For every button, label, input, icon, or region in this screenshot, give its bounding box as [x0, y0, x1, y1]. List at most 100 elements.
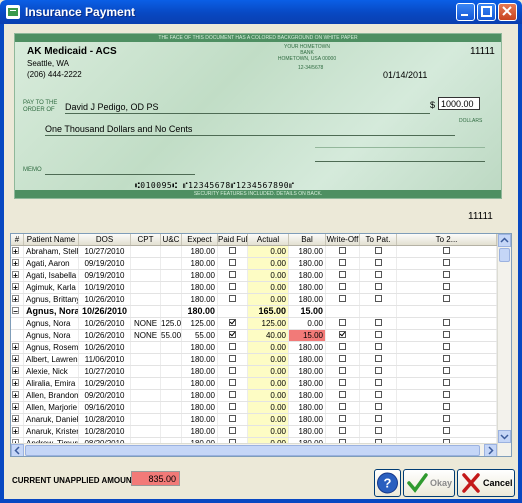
checkbox[interactable]	[339, 355, 346, 363]
cell-to-pat-col[interactable]	[360, 354, 397, 365]
checkbox[interactable]	[443, 427, 450, 435]
cell-to-pat-col[interactable]	[360, 390, 397, 401]
expand-icon[interactable]: +	[12, 343, 19, 352]
table-row[interactable]: + Agati, Aaron 09/19/2010 180.00 0.00 180.00	[11, 258, 497, 270]
table-row[interactable]: +Albert, Lawrence11/06/2010180.000.00180…	[11, 354, 497, 366]
checkbox[interactable]	[339, 247, 346, 255]
cell-to-pat-col[interactable]	[360, 306, 397, 317]
cell-paid-full-col[interactable]	[218, 246, 248, 257]
checkbox[interactable]	[339, 283, 346, 291]
checkbox[interactable]	[374, 403, 382, 411]
checkbox[interactable]	[443, 391, 450, 399]
checkbox[interactable]	[374, 319, 382, 327]
cell-exp-col[interactable]: +	[11, 258, 24, 269]
checkbox[interactable]	[339, 319, 346, 327]
checkbox[interactable]	[374, 391, 382, 399]
cell-actual-col[interactable]: 0.00	[248, 342, 289, 353]
cell-to-2-col[interactable]	[397, 354, 497, 365]
expand-icon[interactable]: +	[12, 379, 19, 388]
table-row[interactable]: + Allen, Marjorie 09/16/2010 180.00 0.00 180.…	[11, 402, 497, 414]
cell-bal-col[interactable]: 180.00	[289, 294, 326, 305]
checkbox[interactable]	[374, 271, 382, 279]
expand-icon[interactable]: +	[12, 391, 19, 400]
cell-bal-col[interactable]: 15.00	[289, 330, 326, 341]
checkbox[interactable]	[229, 343, 236, 351]
checkbox[interactable]	[443, 343, 450, 351]
cell-exp-col[interactable]: +	[11, 426, 24, 437]
collapse-icon[interactable]: −	[12, 307, 19, 316]
cell-paid-full-col[interactable]	[218, 414, 248, 425]
cell-exp-col[interactable]: +	[11, 342, 24, 353]
header-write-off-col[interactable]: Write-Off	[326, 234, 360, 245]
cell-bal-col[interactable]: 180.00	[289, 282, 326, 293]
checkbox[interactable]	[374, 343, 382, 351]
cell-write-off-col[interactable]	[326, 258, 360, 269]
table-row[interactable]: + Agati, Isabella 09/19/2010 180.00 0.00 180.…	[11, 270, 497, 282]
cell-exp-col[interactable]: +	[11, 414, 24, 425]
cell-paid-full-col[interactable]	[218, 366, 248, 377]
checkbox[interactable]	[229, 295, 236, 303]
checkbox[interactable]	[339, 259, 346, 267]
scroll-right-button[interactable]	[484, 444, 497, 456]
cell-paid-full-col[interactable]	[218, 426, 248, 437]
cell-exp-col[interactable]: +	[11, 378, 24, 389]
horizontal-scroll-thumb[interactable]	[25, 445, 480, 456]
cell-to-2-col[interactable]	[397, 258, 497, 269]
scroll-down-button[interactable]	[498, 430, 511, 443]
cell-exp-col[interactable]: +	[11, 270, 24, 281]
cell-write-off-col[interactable]	[326, 294, 360, 305]
checkbox[interactable]	[443, 247, 450, 255]
cell-actual-col[interactable]: 0.00	[248, 414, 289, 425]
expand-icon[interactable]: +	[12, 259, 19, 268]
checkbox[interactable]	[229, 355, 236, 363]
checkbox[interactable]	[443, 415, 450, 423]
expand-icon[interactable]: +	[12, 295, 19, 304]
cell-actual-col[interactable]: 0.00	[248, 426, 289, 437]
checkbox[interactable]	[339, 343, 346, 351]
expand-icon[interactable]: +	[12, 415, 19, 424]
scroll-left-button[interactable]	[11, 444, 24, 456]
cell-paid-full-col[interactable]	[218, 258, 248, 269]
checkbox[interactable]	[229, 319, 236, 327]
table-row[interactable]: +Agnus, Rosemary10/26/2010180.000.00180.…	[11, 342, 497, 354]
expand-icon[interactable]: +	[12, 247, 19, 256]
header-to-2-col[interactable]: To 2...	[397, 234, 497, 245]
cell-bal-col[interactable]: 180.00	[289, 342, 326, 353]
header-paid-full-col[interactable]: Paid Full	[218, 234, 248, 245]
cell-to-pat-col[interactable]	[360, 270, 397, 281]
cell-to-pat-col[interactable]	[360, 414, 397, 425]
cell-actual-col[interactable]: 0.00	[248, 366, 289, 377]
header-uc-col[interactable]: U&C	[161, 234, 182, 245]
checkbox[interactable]	[339, 367, 346, 375]
vertical-scrollbar[interactable]	[497, 234, 511, 456]
cell-to-pat-col[interactable]	[360, 366, 397, 377]
table-row[interactable]: − Agnus, Nora 10/26/2010 180.00 165.00 15.00	[11, 306, 497, 318]
checkbox[interactable]	[374, 295, 382, 303]
cell-write-off-col[interactable]	[326, 270, 360, 281]
checkbox[interactable]	[229, 283, 236, 291]
checkbox[interactable]	[443, 379, 450, 387]
expand-icon[interactable]: +	[12, 367, 19, 376]
header-cpt-col[interactable]: CPT	[131, 234, 161, 245]
header-exp-col[interactable]: #	[11, 234, 24, 245]
cell-write-off-col[interactable]	[326, 390, 360, 401]
cell-to-2-col[interactable]	[397, 426, 497, 437]
cell-to-2-col[interactable]	[397, 342, 497, 353]
table-row[interactable]: + Agimuk, Karla 10/19/2010 180.00 0.00 180.00	[11, 282, 497, 294]
cell-to-pat-col[interactable]	[360, 246, 397, 257]
checkbox[interactable]	[374, 355, 382, 363]
close-button[interactable]	[498, 3, 517, 21]
cell-write-off-col[interactable]	[326, 426, 360, 437]
cell-write-off-col[interactable]	[326, 402, 360, 413]
cell-write-off-col[interactable]	[326, 330, 360, 341]
header-to-pat-col[interactable]: To Pat.	[360, 234, 397, 245]
maximize-button[interactable]	[477, 3, 496, 21]
title-bar[interactable]: Insurance Payment	[0, 0, 522, 24]
table-row[interactable]: + Anaruk, Danielle 10/28/2010 180.00 0.00 180…	[11, 414, 497, 426]
cell-paid-full-col[interactable]	[218, 294, 248, 305]
header-patient-name-col[interactable]: Patient Name	[24, 234, 79, 245]
checkbox[interactable]	[339, 391, 346, 399]
cell-exp-col[interactable]: +	[11, 390, 24, 401]
cell-bal-col[interactable]: 180.00	[289, 402, 326, 413]
cell-actual-col[interactable]: 165.00	[248, 306, 289, 317]
